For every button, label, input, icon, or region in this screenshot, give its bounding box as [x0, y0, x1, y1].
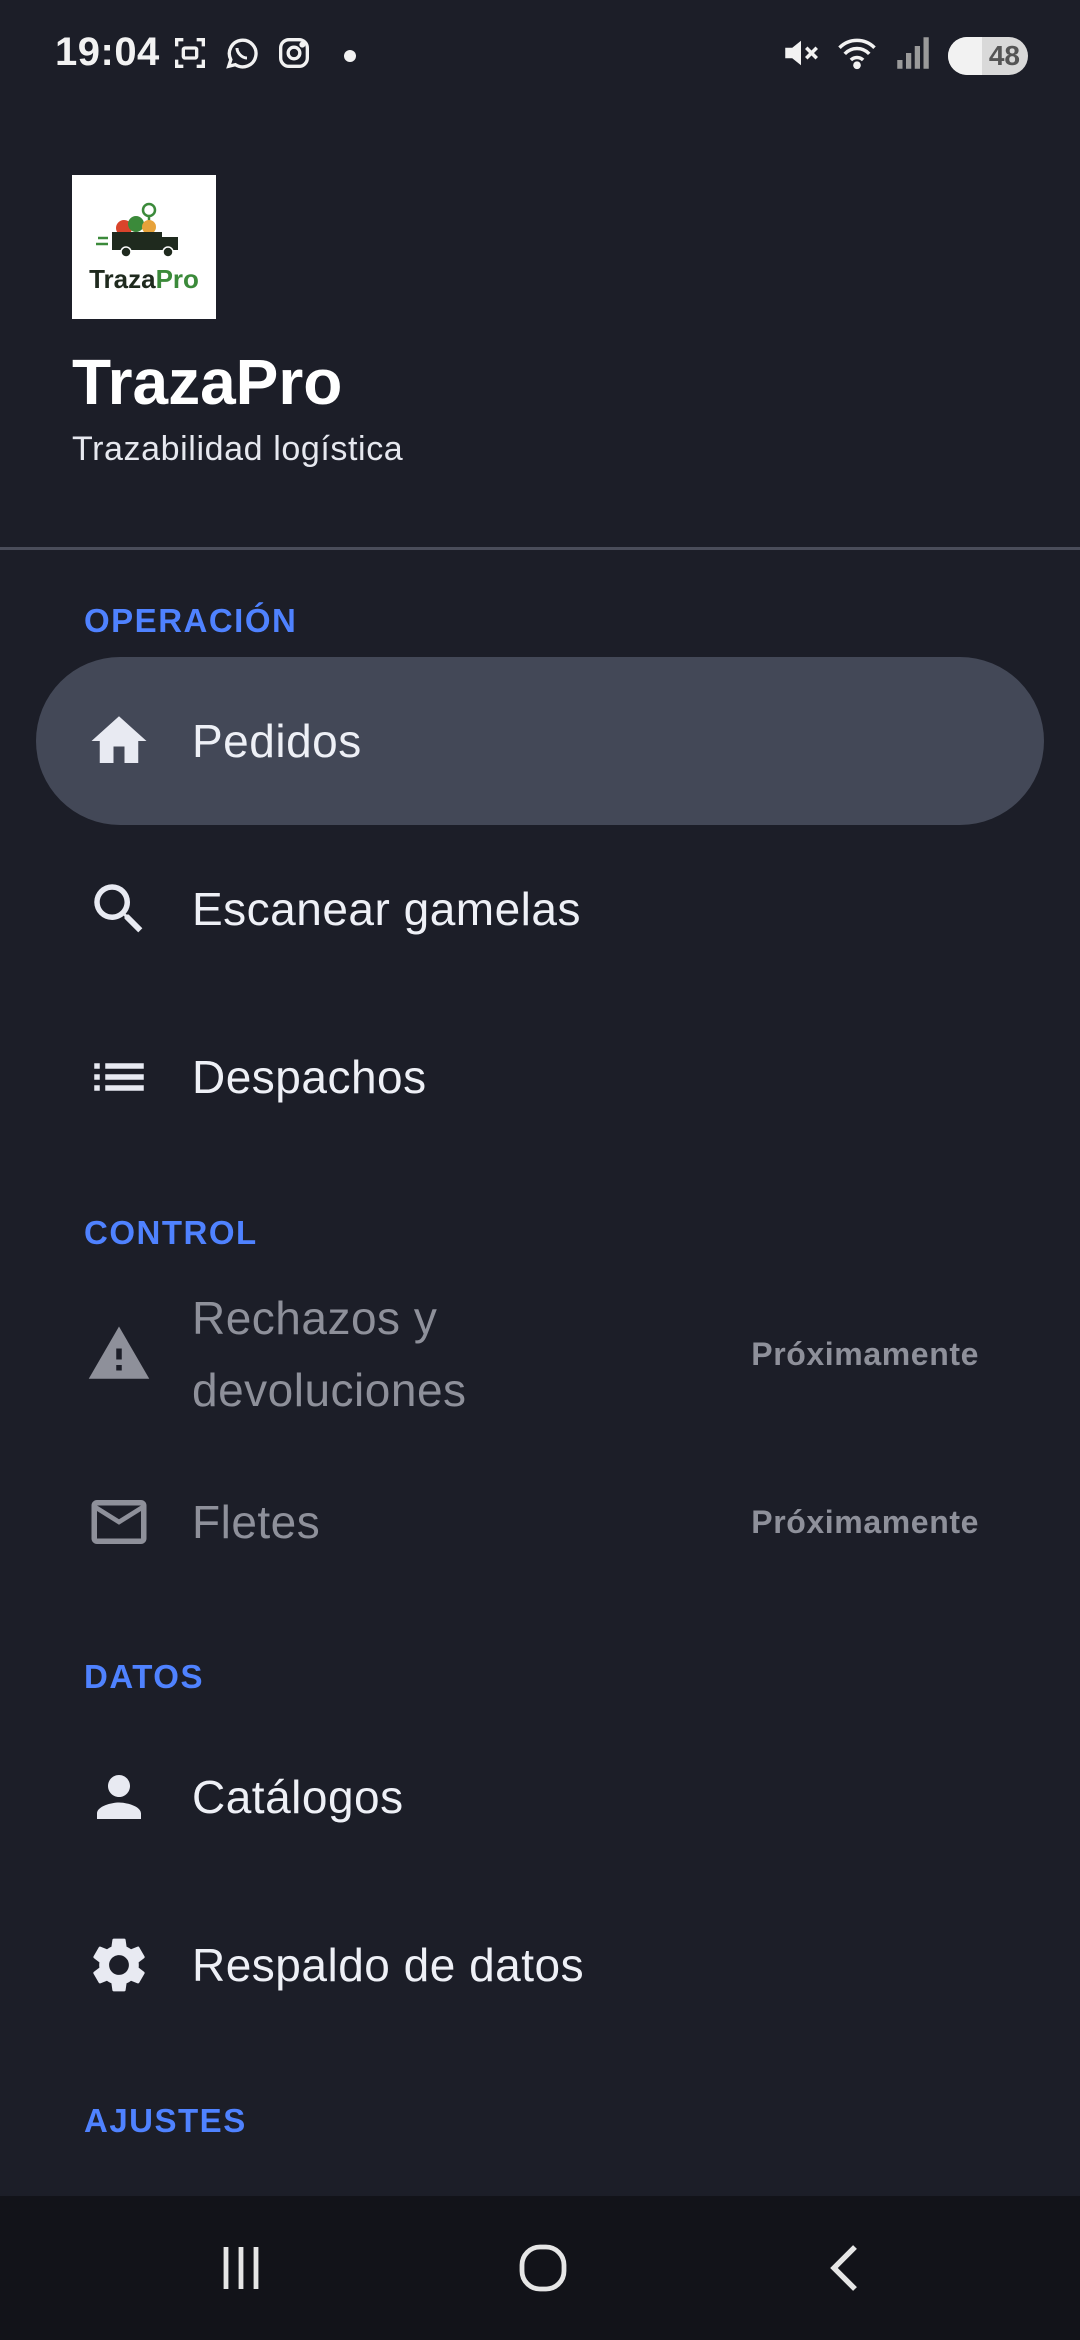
wifi-icon [836, 32, 878, 79]
drawer-item-pedidos[interactable]: Pedidos [36, 657, 1044, 825]
status-time: 19:04 [55, 30, 160, 74]
logo-wordmark: TrazaPro [89, 264, 199, 295]
drawer-item-label: Fletes [192, 1496, 321, 1548]
home-button[interactable] [507, 2232, 579, 2304]
mail-icon [86, 1489, 152, 1555]
signal-icon [892, 32, 934, 79]
instagram-icon [274, 33, 314, 78]
drawer-item-escanear-gamelas[interactable]: Escanear gamelas [36, 825, 1044, 993]
notification-dot [344, 49, 356, 62]
list-icon [86, 1044, 152, 1110]
drawer-item-catalogos[interactable]: Catálogos [36, 1713, 1044, 1881]
drawer-item-label: Escanear gamelas [192, 883, 581, 935]
status-notification-icons [170, 33, 356, 78]
app-subtitle: Trazabilidad logística [72, 430, 404, 468]
delivery-truck-icon [96, 202, 178, 258]
app-title: TrazaPro [72, 346, 343, 418]
whatsapp-icon [222, 33, 262, 78]
home-icon [86, 708, 152, 774]
drawer-item-label: Pedidos [192, 715, 362, 767]
coming-soon-badge: Próximamente [751, 1503, 979, 1540]
battery-level: 48 [988, 39, 1020, 71]
logo-wordmark-b: Pro [155, 263, 199, 294]
system-navigation-bar [0, 2196, 1080, 2340]
drawer-item-label: Rechazos y devoluciones [192, 1282, 467, 1426]
coming-soon-badge: Próximamente [751, 1335, 979, 1372]
navigation-drawer-screen: 19:04 48 TrazaPro TrazaPro Trazabilidad … [0, 0, 1080, 2340]
header-divider [0, 547, 1080, 550]
status-system-icons: 48 [780, 32, 1028, 79]
search-icon [86, 876, 152, 942]
person-icon [86, 1764, 152, 1830]
drawer-item-label-line1: Rechazos y [192, 1292, 438, 1344]
warning-icon [86, 1321, 152, 1387]
logo-wordmark-a: Traza [89, 263, 156, 294]
battery-icon: 48 [948, 36, 1028, 75]
section-header-operacion: OPERACIÓN [84, 602, 298, 639]
section-header-ajustes: AJUSTES [84, 2102, 247, 2139]
drawer-item-label: Catálogos [192, 1771, 404, 1823]
drawer-item-label-line2: devoluciones [192, 1364, 467, 1416]
recent-apps-button[interactable] [205, 2232, 277, 2304]
drawer-item-label: Respaldo de datos [192, 1939, 585, 1991]
drawer-item-respaldo-datos[interactable]: Respaldo de datos [36, 1881, 1044, 2049]
section-header-datos: DATOS [84, 1658, 204, 1695]
drawer-item-fletes[interactable]: Fletes Próximamente [36, 1438, 1044, 1606]
gear-icon [86, 1932, 152, 1998]
status-bar: 19:04 48 [0, 0, 1080, 110]
app-logo: TrazaPro [72, 175, 216, 319]
mute-icon [780, 32, 822, 79]
back-button[interactable] [810, 2232, 882, 2304]
drawer-item-rechazos-devoluciones[interactable]: Rechazos y devoluciones Próximamente [36, 1270, 1044, 1438]
screenshot-icon [170, 33, 210, 78]
section-header-control: CONTROL [84, 1214, 258, 1251]
drawer-item-label: Despachos [192, 1051, 427, 1103]
drawer-item-despachos[interactable]: Despachos [36, 993, 1044, 1161]
